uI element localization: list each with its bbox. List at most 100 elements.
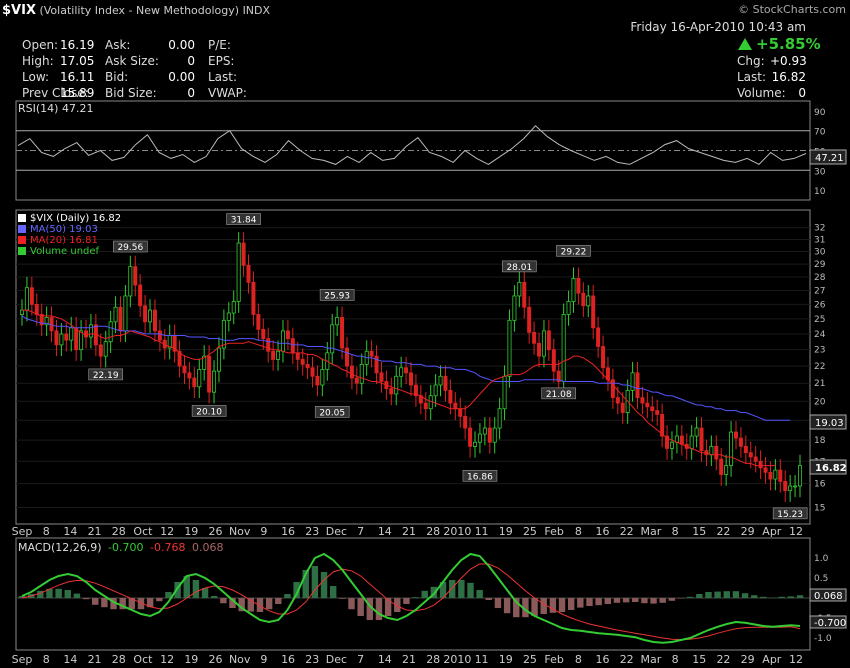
macd-histogram-bar	[348, 598, 355, 610]
price-legend-item: Volume undef	[30, 246, 100, 257]
candle	[477, 433, 482, 443]
macd-histogram-bar	[73, 593, 81, 598]
macd-panel: -1.0-0.50.51.0 MACD(12,26,9) -0.700 -0.7…	[12, 537, 847, 666]
price-tick-label: 32	[814, 224, 825, 234]
macd-histogram-bar	[686, 596, 694, 598]
macd-histogram-bar	[265, 598, 273, 610]
candle	[266, 338, 271, 352]
x-tick-label: Nov	[229, 525, 251, 538]
candle	[231, 301, 236, 314]
x-tick-label: 14	[378, 525, 392, 538]
candle	[487, 427, 492, 443]
candle	[79, 330, 84, 351]
candle	[143, 305, 148, 323]
candle	[655, 410, 660, 415]
candle	[290, 338, 295, 354]
candle	[586, 295, 591, 307]
macd-histogram-bar	[485, 598, 493, 600]
candle	[212, 370, 217, 393]
rsi-panel: 1030507090 RSI(14) 47.21 47.21	[15, 100, 847, 201]
candle	[473, 441, 478, 447]
macd-histogram-bar	[92, 598, 99, 605]
x-tick-label: 16	[281, 525, 295, 538]
macd-histogram-bar	[101, 598, 108, 608]
macd-legend-hist: 0.068	[192, 541, 224, 554]
candle	[551, 349, 556, 372]
x-tick-label: 16	[596, 525, 610, 538]
macd-histogram-bar	[567, 598, 575, 610]
candle	[748, 452, 753, 458]
candle	[389, 388, 394, 395]
candle	[738, 437, 743, 447]
price-last-label: 16.82	[815, 463, 847, 474]
candle	[669, 441, 674, 449]
legend-swatch	[18, 225, 26, 233]
x-tick-label: 2010	[443, 653, 471, 666]
macd-histogram-bar	[503, 598, 511, 614]
candle	[404, 367, 409, 374]
price-tick-label: 21	[814, 379, 825, 389]
candle	[468, 427, 473, 447]
macd-histogram-bar	[284, 594, 291, 598]
candle	[689, 435, 694, 449]
candle	[394, 375, 399, 395]
x-tick-label: 9	[260, 653, 267, 666]
candle	[561, 314, 566, 382]
candle	[128, 266, 133, 297]
macd-tick-label: 1.0	[814, 554, 829, 564]
macd-histogram-bar	[467, 582, 474, 598]
candle	[216, 347, 221, 372]
candle	[758, 460, 763, 469]
candle	[157, 330, 162, 341]
macd-histogram-bar	[384, 598, 392, 616]
x-tick-label: 8	[672, 653, 679, 666]
candle	[108, 321, 113, 343]
candle	[709, 445, 714, 456]
macd-histogram-bar	[320, 572, 328, 598]
macd-histogram-bar	[632, 598, 639, 602]
rsi-tick-label: 10	[814, 187, 826, 197]
candle	[482, 427, 487, 435]
candle	[123, 295, 128, 332]
x-tick-label: 22	[716, 653, 730, 666]
legend-swatch	[18, 214, 26, 222]
rsi-tick-label: 70	[814, 128, 826, 138]
x-tick-label: Oct	[133, 653, 153, 666]
candle	[576, 277, 581, 294]
x-tick-label: Mar	[640, 653, 661, 666]
candle	[532, 332, 537, 344]
macd-histogram-bar	[604, 598, 611, 604]
x-tick-label: 16	[596, 653, 610, 666]
x-tick-label: 28	[426, 525, 440, 538]
rsi-legend: RSI(14) 47.21	[18, 102, 93, 115]
price-tick-label: 24	[814, 330, 826, 340]
candle	[74, 327, 79, 351]
x-tick-label: 21	[402, 653, 416, 666]
candle	[591, 295, 596, 329]
macd-legend-signal: -0.768	[150, 541, 185, 554]
candle	[527, 306, 532, 333]
macd-histogram-bar	[723, 591, 730, 598]
price-annotation: 21.08	[546, 390, 572, 400]
ma50-label: 19.03	[815, 418, 844, 429]
x-tick-label: 26	[209, 653, 223, 666]
candle	[182, 365, 187, 374]
candle	[187, 372, 192, 379]
candle	[276, 350, 281, 360]
candle	[453, 402, 458, 410]
candle	[197, 369, 202, 388]
price-annotation: 22.19	[93, 371, 119, 381]
candle	[335, 316, 340, 326]
candle	[261, 328, 266, 339]
candle	[349, 365, 354, 379]
x-tick-label: 22	[716, 525, 730, 538]
macd-hist-label: 0.068	[814, 591, 843, 602]
candle	[369, 350, 374, 357]
candle	[256, 314, 261, 330]
x-tick-label: 11	[475, 653, 489, 666]
rsi-line	[17, 125, 807, 166]
price-annotation: 25.93	[324, 291, 350, 301]
macd-legend-main: MACD(12,26,9)	[18, 541, 102, 554]
candle	[768, 471, 773, 480]
price-legend-item: MA(20) 16.81	[30, 235, 98, 246]
